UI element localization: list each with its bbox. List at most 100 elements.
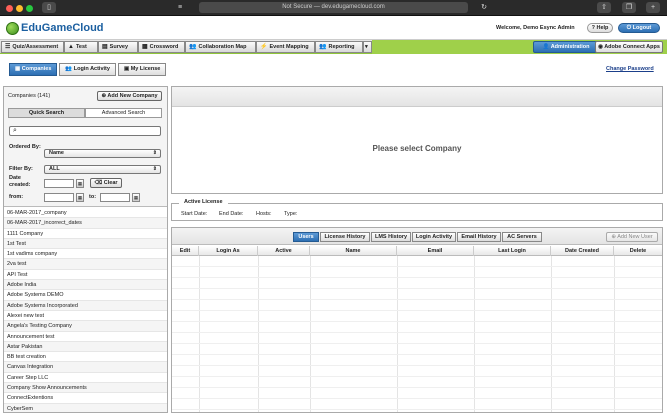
add-new-user-button[interactable]: ⊕ Add New User xyxy=(606,232,658,242)
company-list-item[interactable]: Announcement test xyxy=(4,332,167,342)
menu-dropdown[interactable]: ▾ xyxy=(363,41,372,53)
calendar-icon[interactable]: ▦ xyxy=(76,179,84,188)
sidebar-toggle-icon[interactable]: ▯ xyxy=(42,2,56,13)
tab-companies[interactable]: ▦ Companies xyxy=(9,63,58,76)
minimize-window-icon[interactable] xyxy=(16,4,23,12)
tab-my-license[interactable]: ▣ My License xyxy=(117,63,167,76)
change-password-link[interactable]: Change Password xyxy=(606,66,654,72)
filter-by-select[interactable]: ALL ⇕ xyxy=(44,165,161,174)
grid-column-divider xyxy=(199,256,200,412)
chevron-updown-icon: ⇕ xyxy=(152,150,157,156)
company-list-item[interactable]: Adobe Systems Incorporated xyxy=(4,300,167,311)
administration-label: Administration xyxy=(550,44,590,50)
detail-toolbar xyxy=(172,87,662,107)
col-name[interactable]: Name xyxy=(310,246,397,256)
grid-row-divider xyxy=(172,299,662,300)
grid-column-divider xyxy=(614,256,615,412)
company-list-item[interactable]: 1111 Company xyxy=(4,229,167,239)
col-active[interactable]: Active xyxy=(258,246,310,256)
company-list-item[interactable]: Career Step LLC xyxy=(4,373,167,384)
add-company-button[interactable]: ⊕ Add New Company xyxy=(97,91,162,101)
company-list-item[interactable]: ConnectExtentions xyxy=(4,393,167,404)
companies-count: Companies (141) xyxy=(8,93,51,99)
clear-button[interactable]: ⌫ Clear xyxy=(90,178,122,188)
menu-survey[interactable]: ▤ Survey xyxy=(98,41,138,53)
col-login-as[interactable]: Login As xyxy=(199,246,258,256)
ordered-by-value: Name xyxy=(49,150,64,156)
share-icon[interactable]: ⇧ xyxy=(597,2,611,13)
menu-label: Collaboration Map xyxy=(198,44,247,50)
company-list-item[interactable]: Adobe Systems DEMO xyxy=(4,290,167,301)
company-list-item[interactable]: Alexei new test xyxy=(4,311,167,322)
col-email[interactable]: Email xyxy=(397,246,474,256)
reader-icon[interactable]: ≡ xyxy=(173,2,187,13)
tab-label: Companies xyxy=(21,66,52,72)
address-bar[interactable]: Not Secure — dev.edugamecloud.com xyxy=(199,2,468,13)
company-list-item[interactable]: 1st vadims company xyxy=(4,249,167,260)
tab-email-history[interactable]: Email History xyxy=(457,232,501,242)
col-delete[interactable]: Delete xyxy=(614,246,662,256)
calendar-icon[interactable]: ▦ xyxy=(132,193,140,202)
company-list-item[interactable]: BB test creation xyxy=(4,352,167,363)
survey-icon: ▤ xyxy=(102,44,108,50)
company-list-item[interactable]: 06-MAR-2017_incorrect_dates xyxy=(4,218,167,229)
company-list-item[interactable]: CyberSem xyxy=(4,403,167,412)
close-window-icon[interactable] xyxy=(6,4,13,12)
reload-icon[interactable]: ↻ xyxy=(477,2,491,13)
tab-license-history[interactable]: License History xyxy=(320,232,370,242)
company-list-item[interactable]: 1st Test xyxy=(4,238,167,250)
people-icon: 👥 xyxy=(189,44,197,50)
menu-test[interactable]: ▲ Test xyxy=(64,41,98,53)
new-tab-icon[interactable]: + xyxy=(646,2,660,13)
tab-login-activity-grid[interactable]: Login Activity xyxy=(412,232,456,242)
logout-button[interactable]: ⏻ Logout xyxy=(618,23,660,33)
adobe-connect-button[interactable]: ◉ Adobe Connect Apps xyxy=(595,41,663,53)
calendar-icon[interactable]: ▦ xyxy=(76,193,84,202)
chevron-down-icon: ▾ xyxy=(365,44,368,50)
tab-quick-search[interactable]: Quick Search xyxy=(8,108,85,118)
company-list-item[interactable]: 06-MAR-2017_company xyxy=(4,208,167,219)
tab-login-activity[interactable]: 👥 Login Activity xyxy=(59,63,116,76)
adobe-icon: ◉ xyxy=(598,44,603,50)
grid-row-divider xyxy=(172,266,662,267)
app-header: EduGameCloud Welcome, Demo Esync Admin ?… xyxy=(0,16,667,40)
companies-filter: Companies (141) ⊕ Add New Company Quick … xyxy=(4,87,167,207)
license-icon: ▣ xyxy=(123,66,131,72)
company-list-item[interactable]: Company Show Announcements xyxy=(4,383,167,394)
logout-icon: ⏻ xyxy=(626,25,632,31)
menu-reporting[interactable]: 👥 Reporting xyxy=(315,41,363,53)
company-list-item[interactable]: 2va test xyxy=(4,259,167,270)
logo[interactable]: EduGameCloud xyxy=(6,21,104,35)
menu-label: Survey xyxy=(109,44,129,50)
filter-by-value: ALL xyxy=(49,166,60,172)
tabs-icon[interactable]: ❐ xyxy=(622,2,636,13)
date-created-input[interactable] xyxy=(44,179,74,188)
company-list-item[interactable]: Astar Pakistan xyxy=(4,341,167,353)
col-date-created[interactable]: Date Created xyxy=(551,246,614,256)
company-list-item[interactable]: Angela's Testing Company xyxy=(4,321,167,332)
menu-collaboration-map[interactable]: 👥 Collaboration Map xyxy=(185,41,256,53)
help-button[interactable]: ? Help xyxy=(587,23,613,33)
logout-label: Logout xyxy=(632,25,652,31)
tab-lms-history[interactable]: LMS History xyxy=(371,232,411,242)
ordered-by-select[interactable]: Name ⇕ xyxy=(44,149,161,158)
company-list-item[interactable]: Canvas Integration xyxy=(4,362,167,373)
menu-event-mapping[interactable]: ⚡ Event Mapping xyxy=(256,41,315,53)
grid-column-divider xyxy=(397,256,398,412)
tab-users[interactable]: Users xyxy=(293,232,319,242)
col-last-login[interactable]: Last Login xyxy=(474,246,551,256)
menu-crossword[interactable]: ▦ Crossword xyxy=(138,41,185,53)
company-list-item[interactable]: API Test xyxy=(4,270,167,281)
search-input[interactable]: ⌕ xyxy=(9,126,161,136)
to-date-input[interactable] xyxy=(100,193,130,202)
company-list-item[interactable]: Adobe India xyxy=(4,280,167,291)
col-edit[interactable]: Edit xyxy=(172,246,199,256)
companies-list: 06-MAR-2017_company 06-MAR-2017_incorrect… xyxy=(4,208,167,412)
menu-quiz-assessment[interactable]: ☰ Quiz/Assessment xyxy=(1,41,64,53)
grid-row-divider xyxy=(172,310,662,311)
maximize-window-icon[interactable] xyxy=(26,4,33,12)
administration-button[interactable]: 👤 Administration xyxy=(533,41,599,53)
tab-ac-servers[interactable]: AC Servers xyxy=(502,232,542,242)
tab-advanced-search[interactable]: Advanced Search xyxy=(85,108,162,118)
from-date-input[interactable] xyxy=(44,193,74,202)
